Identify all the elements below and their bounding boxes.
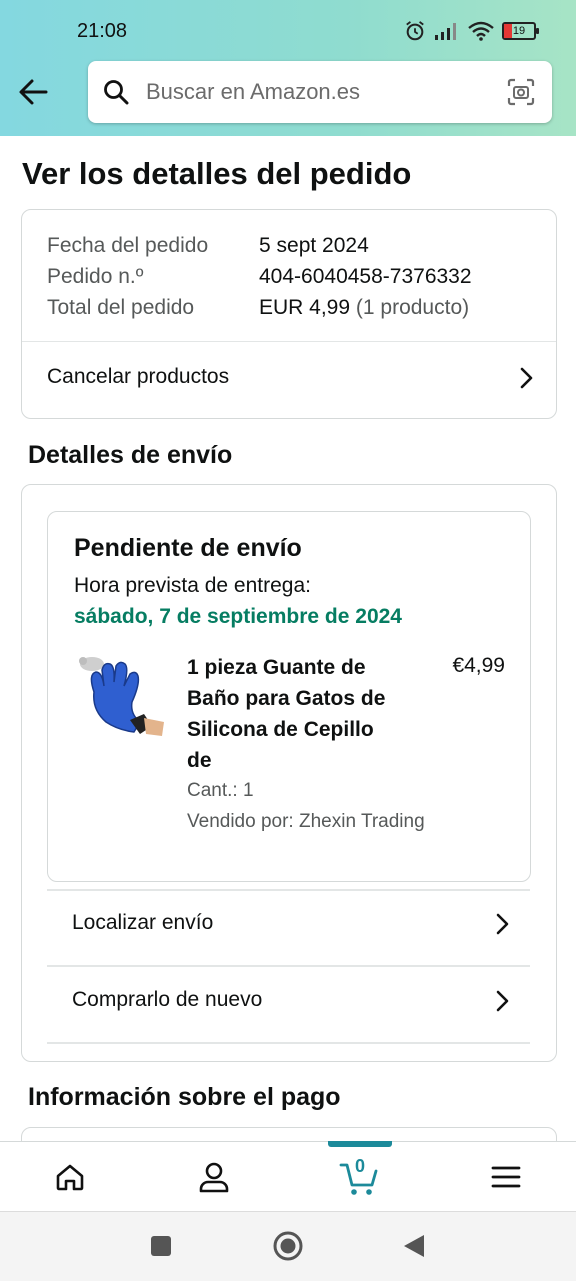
product-title[interactable]: 1 pieza Guante de Baño para Gatos de Sil… [187, 652, 397, 776]
order-info: Fecha del pedido 5 sept 2024 Pedido n.º … [47, 230, 472, 323]
order-number-label: Pedido n.º [47, 264, 144, 288]
product-image[interactable] [74, 652, 166, 748]
order-date-row: Fecha del pedido 5 sept 2024 [47, 230, 472, 261]
eta-label: Hora prevista de entrega: [74, 574, 311, 597]
product-quantity: Cant.: 1 [187, 780, 254, 801]
alarm-icon [406, 21, 424, 41]
buy-again-link[interactable]: Comprarlo de nuevo [72, 988, 262, 1012]
user-icon [199, 1162, 229, 1193]
order-summary-card: Fecha del pedido 5 sept 2024 Pedido n.º … [21, 209, 557, 419]
cancel-products-label: Cancelar productos [47, 365, 230, 388]
track-shipment-label: Localizar envío [72, 911, 214, 934]
order-total-row: Total del pedido EUR 4,99 (1 producto) [47, 292, 472, 323]
shipping-card: Pendiente de envío Hora prevista de entr… [21, 484, 557, 1062]
nav-account[interactable] [164, 1142, 264, 1212]
battery-level: 19 [512, 25, 526, 37]
app-header: 21:08 19 Buscar en Amazon.es [0, 0, 576, 136]
home-icon [56, 1164, 84, 1191]
page-title: Ver los detalles del pedido [22, 156, 412, 191]
order-number-value: 404-6040458-7376332 [259, 264, 472, 288]
order-date-value: 5 sept 2024 [259, 233, 369, 257]
hamburger-menu-icon [491, 1166, 521, 1188]
divider [22, 341, 556, 342]
divider [47, 889, 530, 891]
back-button-icon[interactable] [402, 1233, 426, 1259]
nav-menu[interactable] [456, 1142, 556, 1212]
search-input[interactable]: Buscar en Amazon.es [88, 61, 552, 123]
order-total-count: (1 producto) [355, 295, 470, 319]
payment-section-title: Información sobre el pago [28, 1083, 341, 1111]
chevron-right-icon [520, 367, 533, 389]
order-total-value: EUR 4,99 [259, 295, 351, 319]
track-shipment-link[interactable]: Localizar envío [72, 911, 213, 935]
eta-date: sábado, 7 de septiembre de 2024 [74, 605, 402, 628]
camera-scan-icon[interactable] [506, 77, 536, 107]
search-icon [104, 80, 129, 105]
status-icons: 19 [404, 20, 539, 42]
shipment-status: Pendiente de envío [74, 534, 302, 562]
recent-apps-icon[interactable] [150, 1235, 172, 1257]
cart-count-badge: 0 [355, 1156, 366, 1176]
order-total-label: Total del pedido [47, 295, 195, 319]
chevron-right-icon [496, 990, 509, 1012]
nav-cart[interactable] [310, 1142, 410, 1212]
product-seller: Vendido por: Zhexin Trading [187, 811, 425, 832]
divider [47, 965, 530, 967]
chevron-right-icon [496, 913, 509, 935]
back-arrow-icon[interactable] [14, 72, 54, 112]
search-placeholder[interactable]: Buscar en Amazon.es [146, 79, 506, 105]
nav-home[interactable] [20, 1142, 120, 1212]
bottom-navigation: 0 [0, 1141, 576, 1212]
system-navigation-bar [0, 1211, 576, 1281]
order-number-row: Pedido n.º 404-6040458-7376332 [47, 261, 472, 292]
status-time: 21:08 [77, 20, 128, 42]
order-date-label: Fecha del pedido [47, 233, 209, 257]
product-price: €4,99 [452, 654, 505, 677]
cancel-products-link[interactable]: Cancelar productos [47, 365, 229, 389]
shipment-card: Pendiente de envío Hora prevista de entr… [47, 511, 531, 882]
buy-again-label: Comprarlo de nuevo [72, 988, 263, 1011]
battery-icon: 19 [502, 22, 539, 40]
home-button-icon[interactable] [272, 1230, 304, 1262]
divider [47, 1042, 530, 1044]
wifi-icon [468, 21, 494, 41]
signal-icon [435, 23, 456, 40]
shipping-section-title: Detalles de envío [28, 441, 233, 469]
